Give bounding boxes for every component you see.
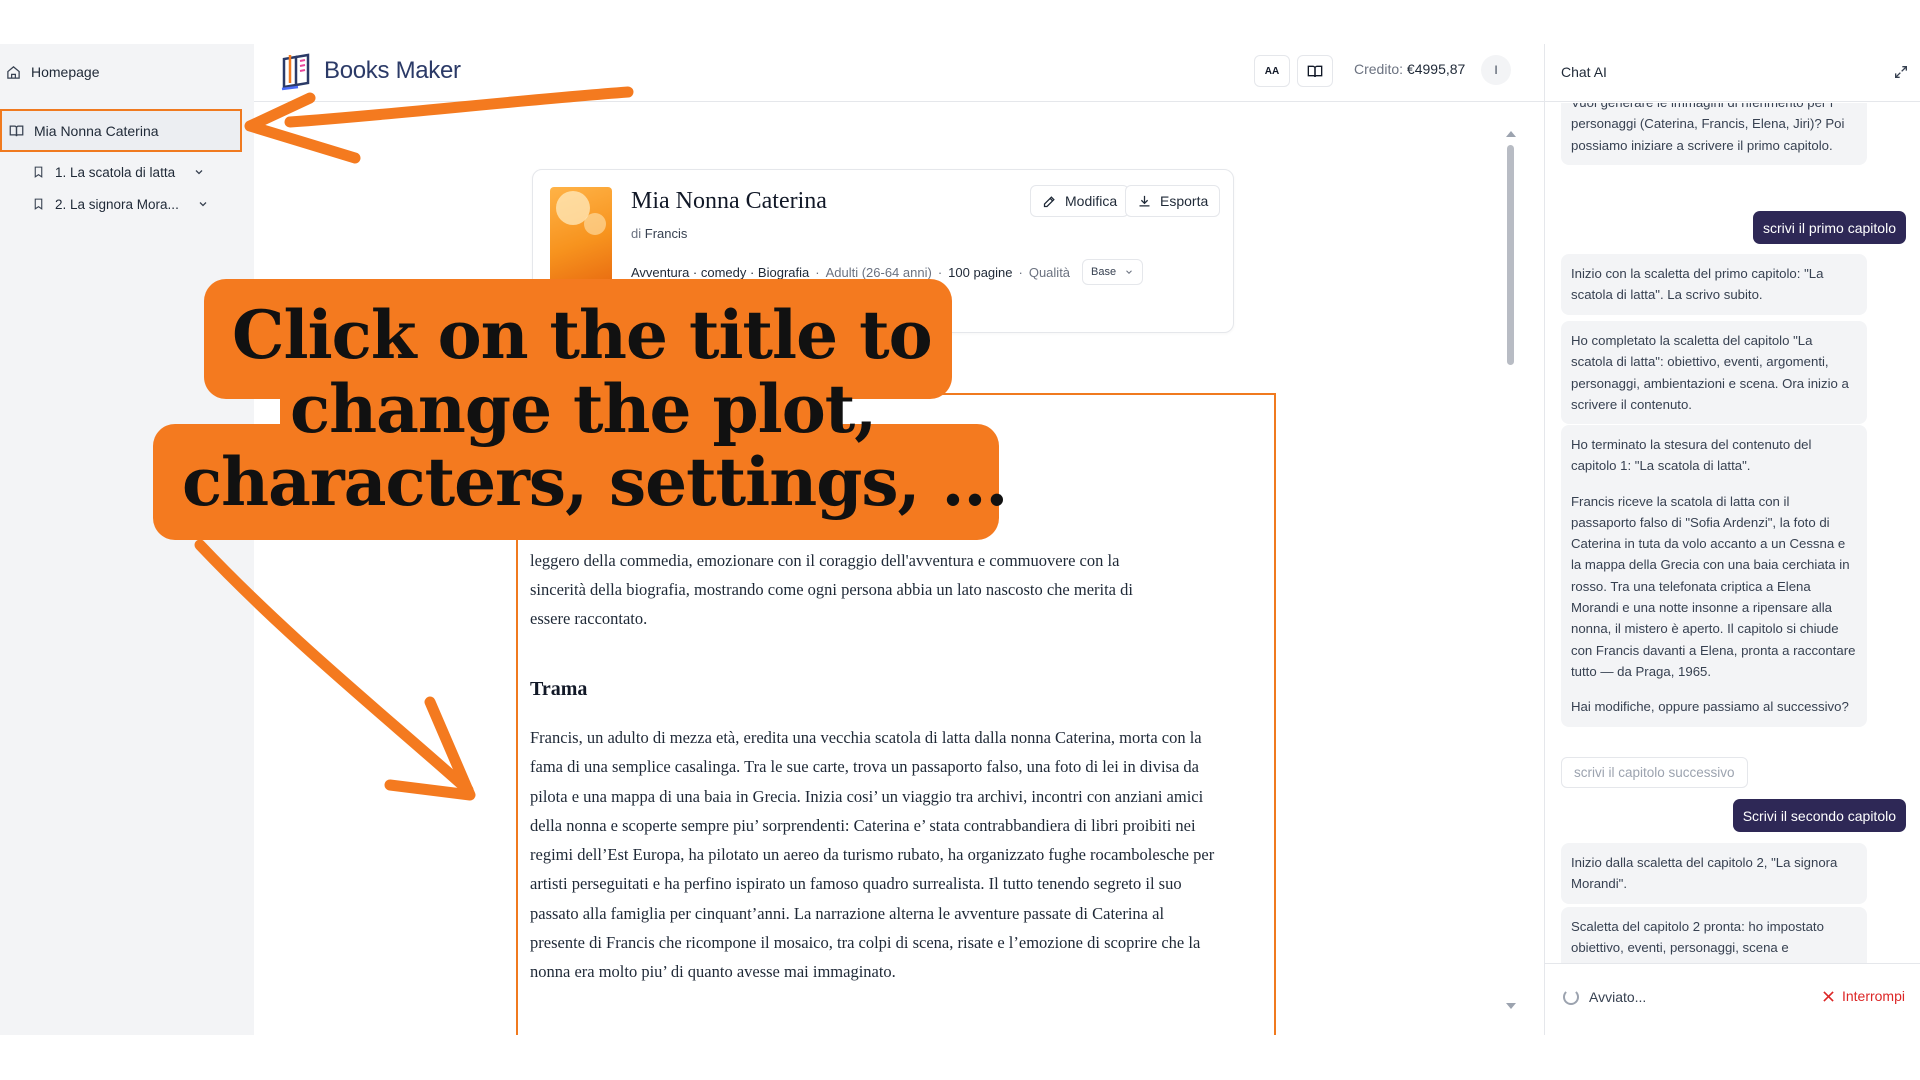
assistant-message: Ho terminato la stesura del contenuto de… — [1561, 425, 1867, 727]
home-icon — [7, 65, 20, 79]
quality-label: Qualità — [1028, 264, 1071, 280]
books-logo-icon — [281, 53, 310, 91]
credit-label: Credito: — [1354, 61, 1404, 77]
assistant-message: Vuoi generare le immagini di riferimento… — [1561, 103, 1867, 165]
plot-heading: Trama — [530, 678, 588, 700]
message-paragraph: Hai modifiche, oppure passiamo al succes… — [1571, 699, 1849, 715]
sidebar-item-homepage[interactable]: Homepage — [6, 58, 100, 86]
main-content: Mia Nonna Caterina di Francis Avventura … — [254, 103, 1544, 1035]
sidebar: Homepage Mia Nonna Caterina 1. La scatol… — [0, 44, 254, 1035]
credit-display: Credito: €4995,87 — [1354, 61, 1465, 77]
sidebar-item-book[interactable]: Mia Nonna Caterina — [0, 109, 242, 152]
sidebar-book-label: Mia Nonna Caterina — [34, 122, 159, 139]
logo-text: Books Maker — [324, 57, 461, 84]
sidebar-item-chapter-2[interactable]: 2. La signora Mora... — [32, 191, 209, 217]
chat-messages: Vuoi generare le immagini di riferimento… — [1545, 103, 1920, 963]
avatar[interactable]: I — [1481, 55, 1511, 85]
author-name: Francis — [644, 226, 688, 241]
chevron-down-icon[interactable] — [197, 198, 209, 210]
chevron-down-icon — [1126, 270, 1132, 274]
bookmark-icon — [34, 198, 43, 210]
assistant-message: Inizio con la scaletta del primo capitol… — [1561, 254, 1867, 315]
edit-label: Modifica — [1065, 193, 1118, 209]
expand-icon[interactable] — [1893, 64, 1909, 80]
loading-spinner-icon — [1563, 989, 1579, 1005]
avatar-initial: I — [1494, 63, 1498, 77]
chat-panel: Chat AI Vuoi generare le immagini di rif… — [1544, 44, 1920, 1035]
scroll-up-arrow[interactable] — [1506, 131, 1516, 137]
open-book-icon — [9, 125, 24, 137]
user-message: scrivi il primo capitolo — [1752, 211, 1906, 244]
app-logo[interactable]: Books Maker — [278, 49, 461, 93]
book-author: di Francis — [631, 226, 687, 241]
assistant-message: Ho completato la scaletta del capitolo "… — [1561, 321, 1867, 425]
suggestion-chip[interactable]: scrivi il capitolo successivo — [1561, 757, 1748, 788]
chat-header: Chat AI — [1545, 44, 1920, 102]
bookmark-icon — [34, 166, 43, 178]
book-meta: Avventura · comedy · Biografia · Adulti … — [631, 259, 1144, 285]
export-button[interactable]: Esporta — [1125, 185, 1221, 217]
download-icon — [1139, 195, 1150, 206]
scroll-down-arrow[interactable] — [1506, 1003, 1516, 1009]
chat-title: Chat AI — [1561, 64, 1607, 80]
book-title[interactable]: Mia Nonna Caterina — [631, 188, 827, 215]
separator: · — [815, 264, 820, 280]
description-text: e comune, svelando le sue ttenere con il… — [530, 492, 1133, 629]
reader-button[interactable] — [1297, 55, 1333, 87]
stop-button[interactable]: Interrompi — [1823, 988, 1905, 1004]
separator: · — [937, 264, 943, 280]
font-size-icon: AA — [1264, 65, 1280, 77]
chapter-1-label: 1. La scatola di latta — [55, 164, 176, 180]
close-icon — [1823, 990, 1834, 1002]
book-card: Mia Nonna Caterina di Francis Avventura … — [532, 169, 1234, 333]
font-size-button[interactable]: AA — [1254, 55, 1290, 87]
export-label: Esporta — [1160, 193, 1209, 209]
quality-select[interactable]: Base — [1082, 259, 1144, 285]
book-genres: Avventura · comedy · Biografia — [631, 264, 810, 280]
separator: · — [1018, 264, 1023, 280]
assistant-message: Inizio dalla scaletta del capitolo 2, "L… — [1561, 843, 1867, 904]
sidebar-home-label: Homepage — [31, 64, 100, 80]
edit-button[interactable]: Modifica — [1030, 185, 1130, 217]
pencil-icon — [1043, 195, 1055, 207]
book-pages: 100 pagine — [948, 264, 1013, 280]
chapter-2-label: 2. La signora Mora... — [55, 196, 179, 212]
sidebar-item-chapter-1[interactable]: 1. La scatola di latta — [32, 159, 205, 185]
chat-footer: Avviato... Interrompi — [1545, 963, 1920, 1035]
book-audience: Adulti (26-64 anni) — [825, 264, 932, 280]
stop-label: Interrompi — [1841, 988, 1905, 1004]
open-book-icon — [1307, 65, 1323, 78]
chat-status: Avviato... — [1589, 989, 1647, 1005]
top-bar: Books Maker AA Credito: €4995,87 I — [254, 44, 1544, 102]
message-paragraph: Francis riceve la scatola di latta con i… — [1571, 493, 1856, 679]
author-prefix: di — [631, 226, 642, 241]
assistant-message: Scaletta del capitolo 2 pronta: ho impos… — [1561, 907, 1867, 963]
app-window: Homepage Mia Nonna Caterina 1. La scatol… — [0, 44, 1920, 1035]
chevron-down-icon[interactable] — [193, 166, 205, 178]
credit-value: €4995,87 — [1406, 61, 1466, 77]
book-description-box[interactable]: e comune, svelando le sue ttenere con il… — [516, 393, 1276, 1035]
scrollbar-thumb[interactable] — [1507, 145, 1514, 365]
quality-value: Base — [1091, 266, 1117, 278]
book-cover — [550, 187, 612, 287]
user-message: Scrivi il secondo capitolo — [1732, 799, 1906, 832]
plot-text: Francis, un adulto di mezza età, eredita… — [530, 728, 1215, 982]
message-paragraph: Ho terminato la stesura del contenuto de… — [1571, 437, 1812, 474]
